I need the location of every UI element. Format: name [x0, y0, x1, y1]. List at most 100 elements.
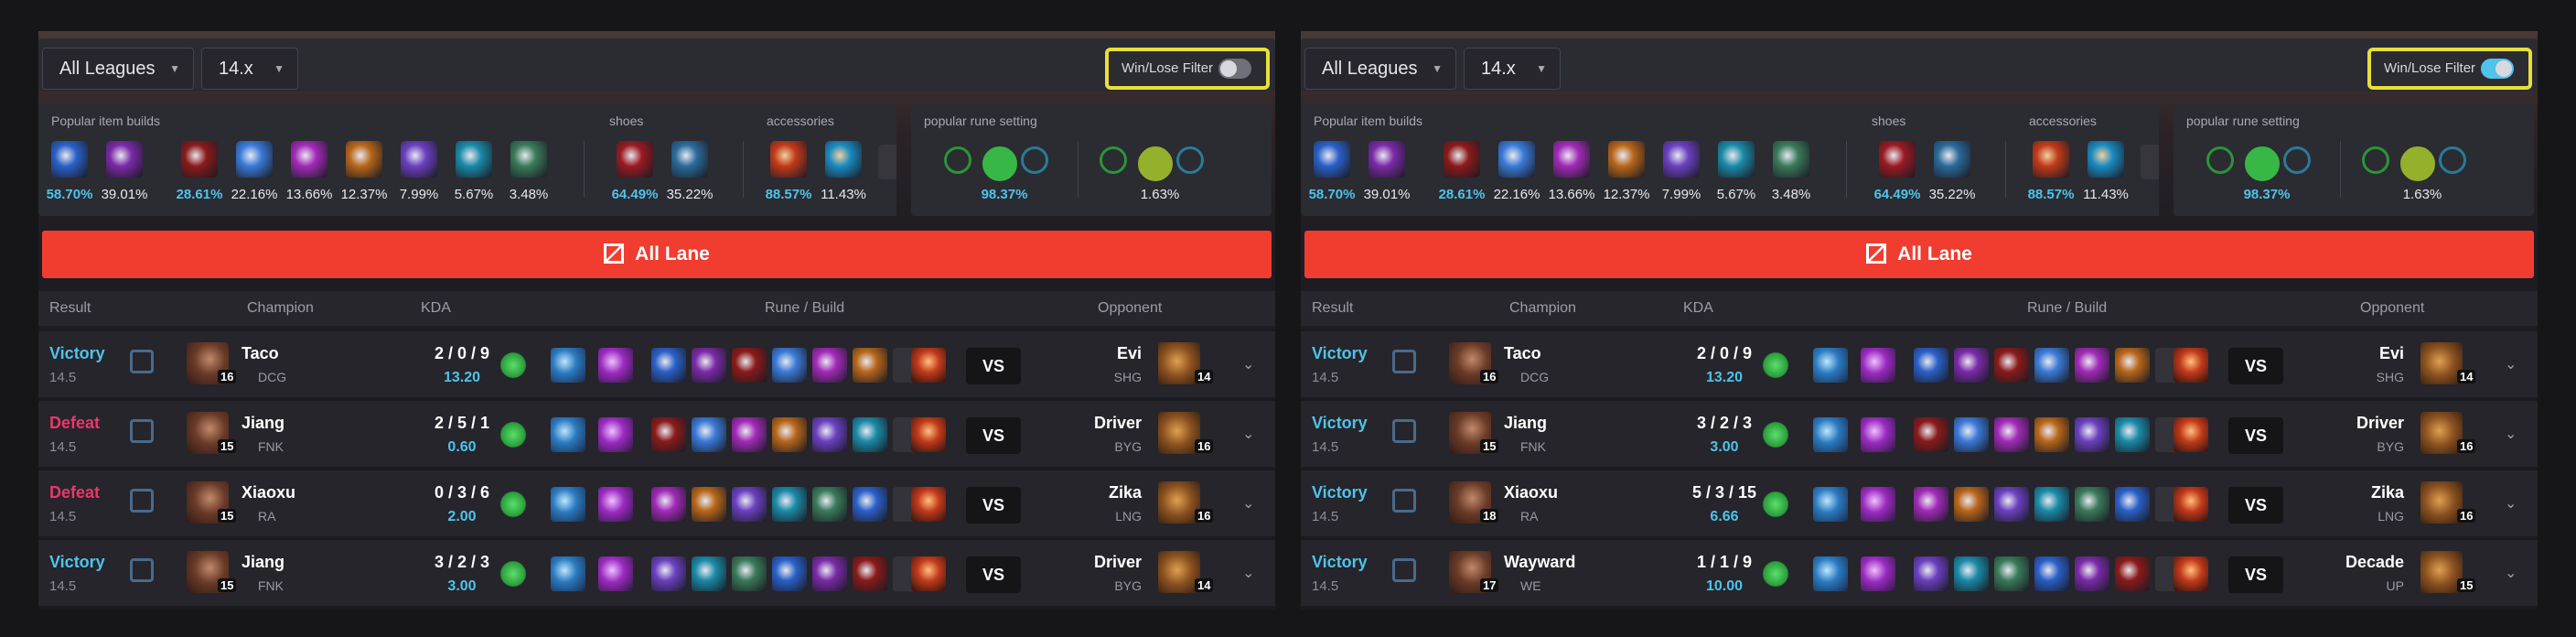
column-header: KDA	[1683, 300, 1713, 316]
win-lose-toggle[interactable]	[1218, 59, 1251, 79]
match-row[interactable]: Victory 14.5 17 Wayward WE 1 / 1 / 9 10.00 VS De…	[1301, 538, 2538, 606]
win-lose-label: Win/Lose Filter	[1122, 60, 1214, 76]
summoner-spell-icon	[551, 556, 585, 591]
rune-icon	[2439, 146, 2466, 174]
column-header: KDA	[421, 300, 451, 316]
match-row[interactable]: Defeat 14.5 15 Xiaoxu RA 0 / 3 / 6 2.00 VS Zika L…	[38, 469, 1275, 536]
expand-chevron-icon[interactable]: ⌄	[2505, 494, 2517, 513]
match-row[interactable]: Defeat 14.5 15 Jiang FNK 2 / 5 / 1 0.60 VS Drive…	[38, 399, 1275, 467]
build-item-icon	[651, 487, 686, 522]
column-header: Rune / Build	[2027, 300, 2108, 316]
league-select[interactable]: All Leagues ▼	[1304, 48, 1456, 90]
expand-chevron-icon[interactable]: ⌄	[1242, 355, 1254, 373]
summoner-spell-icon	[1813, 417, 1848, 452]
build-item-icon	[2115, 487, 2150, 522]
replay-icon[interactable]	[130, 489, 154, 513]
match-result: Victory	[49, 344, 105, 362]
win-lose-filter[interactable]: Win/Lose Filter	[1105, 48, 1270, 90]
trinket-icon	[2174, 556, 2208, 591]
replay-icon[interactable]	[130, 350, 154, 373]
build-item-icon	[1914, 417, 1948, 452]
player-team: DCG	[1520, 370, 1550, 384]
item-icon	[1773, 141, 1809, 178]
lane-all-icon	[604, 243, 625, 264]
build-item-icon	[2075, 348, 2109, 383]
match-row[interactable]: Victory 14.5 15 Jiang FNK 3 / 2 / 3 3.00 VS Driv…	[1301, 399, 2538, 467]
vs-badge: VS	[2228, 348, 2283, 384]
match-row[interactable]: Victory 14.5 18 Xiaoxu RA 5 / 3 / 15 6.66 VS Zik…	[1301, 469, 2538, 536]
champion-level: 16	[1480, 370, 1499, 383]
player-name: Xiaoxu	[1504, 483, 1559, 502]
build-item-icon	[853, 556, 887, 591]
win-lose-filter[interactable]: Win/Lose Filter	[2367, 48, 2532, 90]
replay-icon[interactable]	[1392, 489, 1416, 513]
build-item-icon	[1994, 556, 2029, 591]
build-item-icon	[2075, 487, 2109, 522]
patch-select-label: 14.x	[219, 59, 253, 79]
accessories-heading: accessories	[2029, 113, 2097, 128]
win-lose-toggle[interactable]	[2481, 59, 2514, 79]
trinket-icon	[2174, 417, 2208, 452]
champion-level: 15	[1480, 439, 1499, 453]
primary-rune-icon	[1760, 419, 1791, 450]
table-header: Result Champion KDA Rune / Build Opponent	[1301, 291, 2538, 326]
primary-rune-icon	[1760, 350, 1791, 381]
summoner-spell-icon	[1813, 556, 1848, 591]
expand-chevron-icon[interactable]: ⌄	[1242, 564, 1254, 582]
build-item-icon	[812, 556, 847, 591]
replay-icon[interactable]	[1392, 419, 1416, 443]
build-item-icon	[812, 417, 847, 452]
item-icon	[51, 141, 88, 178]
item-icon	[1314, 141, 1350, 178]
match-row[interactable]: Victory 14.5 16 Taco DCG 2 / 0 / 9 13.20 VS Evi S…	[38, 329, 1275, 397]
match-row[interactable]: Victory 14.5 15 Jiang FNK 3 / 2 / 3 3.00 VS Driv…	[38, 538, 1275, 606]
accessory-pick-rate: 88.57%	[765, 187, 812, 202]
rune-pick-rate: 1.63%	[2402, 187, 2442, 202]
build-item-icon	[812, 348, 847, 383]
build-item-icon	[1914, 348, 1948, 383]
build-item-icon	[853, 348, 887, 383]
replay-icon[interactable]	[130, 419, 154, 443]
accessory-pick-rate: 11.43%	[821, 187, 866, 202]
replay-icon[interactable]	[1392, 558, 1416, 582]
replay-icon[interactable]	[130, 558, 154, 582]
replay-icon[interactable]	[1392, 350, 1416, 373]
item-icon	[1368, 141, 1405, 178]
opponent-team: SHG	[1113, 370, 1142, 384]
item-icon	[106, 141, 143, 178]
column-header: Result	[49, 300, 91, 316]
shoes-heading: shoes	[1872, 113, 1906, 128]
accessory-icon	[2033, 141, 2069, 178]
expand-chevron-icon[interactable]: ⌄	[2505, 425, 2517, 443]
shoe-icon	[617, 141, 653, 178]
patch-select[interactable]: 14.x ▼	[1464, 48, 1561, 90]
vs-badge: VS	[966, 556, 1021, 593]
item-pick-rate: 7.99%	[1661, 187, 1701, 202]
expand-chevron-icon[interactable]: ⌄	[2505, 355, 2517, 373]
build-item-icon	[651, 348, 686, 383]
item-icon	[236, 141, 273, 178]
build-item-icon	[1994, 348, 2029, 383]
lane-filter-button[interactable]: All Lane	[42, 231, 1272, 278]
match-row[interactable]: Victory 14.5 16 Taco DCG 2 / 0 / 9 13.20 VS Evi S…	[1301, 329, 2538, 397]
build-item-icon	[651, 417, 686, 452]
match-result: Victory	[1312, 483, 1368, 502]
expand-chevron-icon[interactable]: ⌄	[1242, 494, 1254, 513]
popular-items-heading: Popular item builds	[1314, 113, 1423, 128]
trinket-icon	[911, 348, 946, 383]
expand-chevron-icon[interactable]: ⌄	[1242, 425, 1254, 443]
patch-select[interactable]: 14.x ▼	[201, 48, 298, 90]
item-icon	[1444, 141, 1480, 178]
trinket-icon	[2174, 487, 2208, 522]
player-name: Jiang	[1504, 414, 1548, 432]
opponent-team: BYG	[1114, 439, 1142, 454]
build-item-icon	[1914, 556, 1948, 591]
chevron-down-icon: ▼	[1536, 62, 1547, 75]
expand-chevron-icon[interactable]: ⌄	[2505, 564, 2517, 582]
lane-filter-button[interactable]: All Lane	[1304, 231, 2534, 278]
rune-pick-rate: 98.37%	[981, 187, 1028, 202]
league-select[interactable]: All Leagues ▼	[42, 48, 194, 90]
champion-level: 16	[218, 370, 237, 383]
build-item-icon	[2034, 556, 2069, 591]
column-header: Champion	[1509, 300, 1576, 316]
